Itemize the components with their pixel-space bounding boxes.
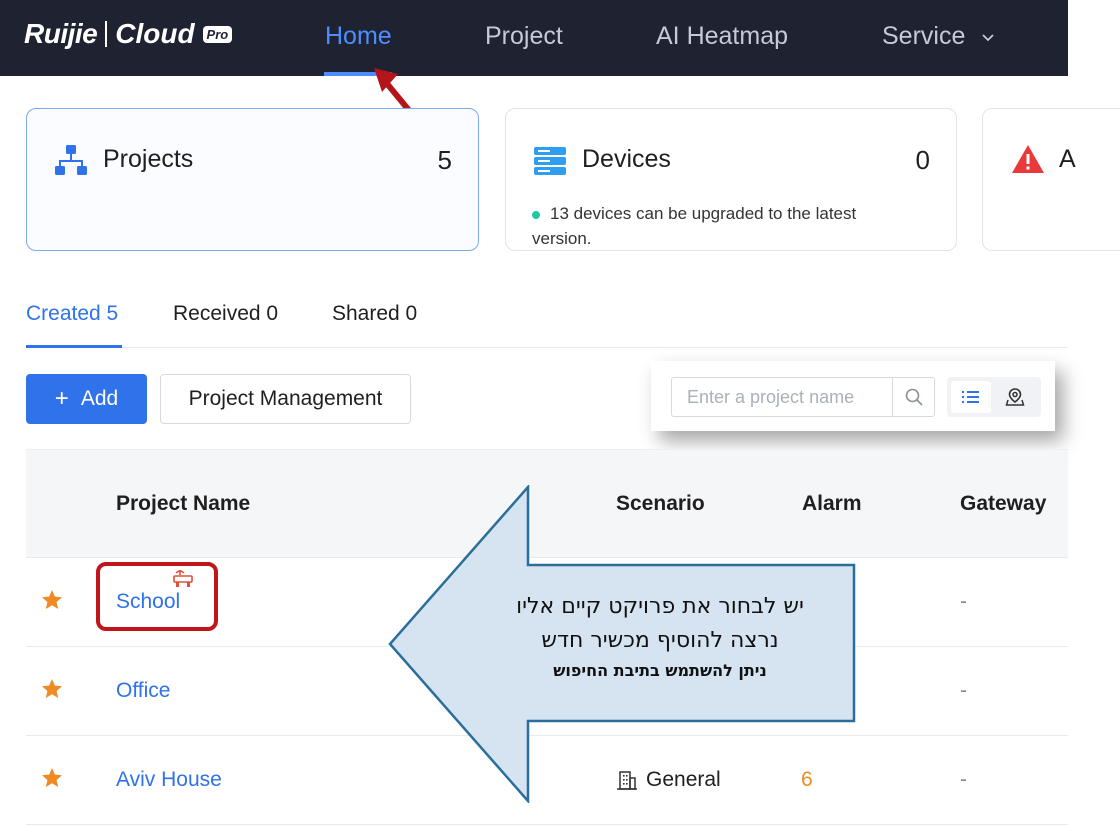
gateway-value: -: [960, 679, 967, 702]
search-icon: [905, 388, 923, 406]
header-gateway: Gateway: [960, 492, 1047, 515]
network-tree-icon: [55, 145, 87, 175]
status-dot: [532, 210, 540, 219]
project-management-button[interactable]: Project Management: [160, 374, 411, 424]
star-icon[interactable]: [40, 766, 64, 790]
add-button-label: Add: [80, 387, 119, 410]
star-icon[interactable]: [40, 588, 64, 612]
header-project-name: Project Name: [116, 492, 251, 515]
devices-card-count: 0: [915, 145, 930, 175]
view-toggle: [947, 377, 1041, 417]
devices-upgrade-note[interactable]: 13 devices can be upgraded to the latest…: [532, 201, 912, 251]
brand-separator: [105, 21, 108, 47]
projects-card-title: Projects: [103, 145, 194, 173]
chevron-down-icon: [982, 34, 994, 42]
project-tabs: Created 5 Received 0 Shared 0: [26, 300, 1068, 348]
nav-service[interactable]: Service: [882, 22, 996, 51]
callout-line-1: יש לבחור את פרויקט קיים אליו: [516, 594, 804, 619]
add-project-button[interactable]: + Add: [26, 374, 147, 424]
tab-received[interactable]: Received 0: [173, 302, 278, 326]
projects-card[interactable]: Projects 5: [26, 108, 479, 251]
brand-ruijie: Ruijie: [24, 18, 98, 49]
devices-card-title: Devices: [582, 145, 671, 173]
plus-icon: +: [54, 385, 69, 412]
alarms-card[interactable]: A: [982, 108, 1120, 251]
search-button[interactable]: [892, 377, 935, 417]
gateway-value: -: [960, 590, 967, 613]
tab-created[interactable]: Created 5: [26, 302, 118, 326]
devices-upgrade-text: 13 devices can be upgraded to the latest…: [532, 204, 857, 248]
nav-project[interactable]: Project: [485, 22, 563, 51]
server-icon: [534, 147, 566, 175]
list-icon: [962, 391, 979, 403]
warning-icon: [1012, 145, 1044, 173]
gateway-value: -: [960, 768, 967, 791]
project-name-link[interactable]: Aviv House: [116, 768, 222, 792]
brand-pro-badge: Pro: [202, 25, 233, 43]
callout-line-3: ניתן להשתמש בתיבת החיפוש: [553, 661, 767, 680]
callout-text: יש לבחור את פרויקט קיים אליו נרצה להוסיף…: [470, 590, 850, 684]
nav-service-label: Service: [882, 22, 966, 50]
annotation-highlight-box: [96, 562, 218, 631]
nav-home[interactable]: Home: [325, 22, 392, 51]
devices-card[interactable]: Devices 0 13 devices can be upgraded to …: [505, 108, 957, 251]
top-nav-bar: Ruijie Cloud Pro Home Project AI Heatmap…: [0, 0, 1068, 76]
map-pin-icon: [1005, 388, 1025, 406]
star-icon[interactable]: [40, 677, 64, 701]
tab-shared[interactable]: Shared 0: [332, 302, 417, 326]
search-panel: [651, 361, 1055, 431]
nav-ai-heatmap[interactable]: AI Heatmap: [656, 22, 788, 51]
map-view-button[interactable]: [995, 381, 1035, 413]
callout-line-2: נרצה להוסיף מכשיר חדש: [541, 628, 779, 653]
brand-cloud: Cloud: [115, 18, 195, 49]
list-view-button[interactable]: [951, 381, 991, 413]
brand-logo[interactable]: Ruijie Cloud Pro: [24, 18, 233, 50]
alarms-card-title: A: [1059, 145, 1076, 173]
project-search-input[interactable]: [671, 377, 893, 417]
projects-card-count: 5: [437, 145, 452, 175]
tab-active-underline: [26, 345, 122, 348]
project-name-link[interactable]: Office: [116, 679, 170, 703]
